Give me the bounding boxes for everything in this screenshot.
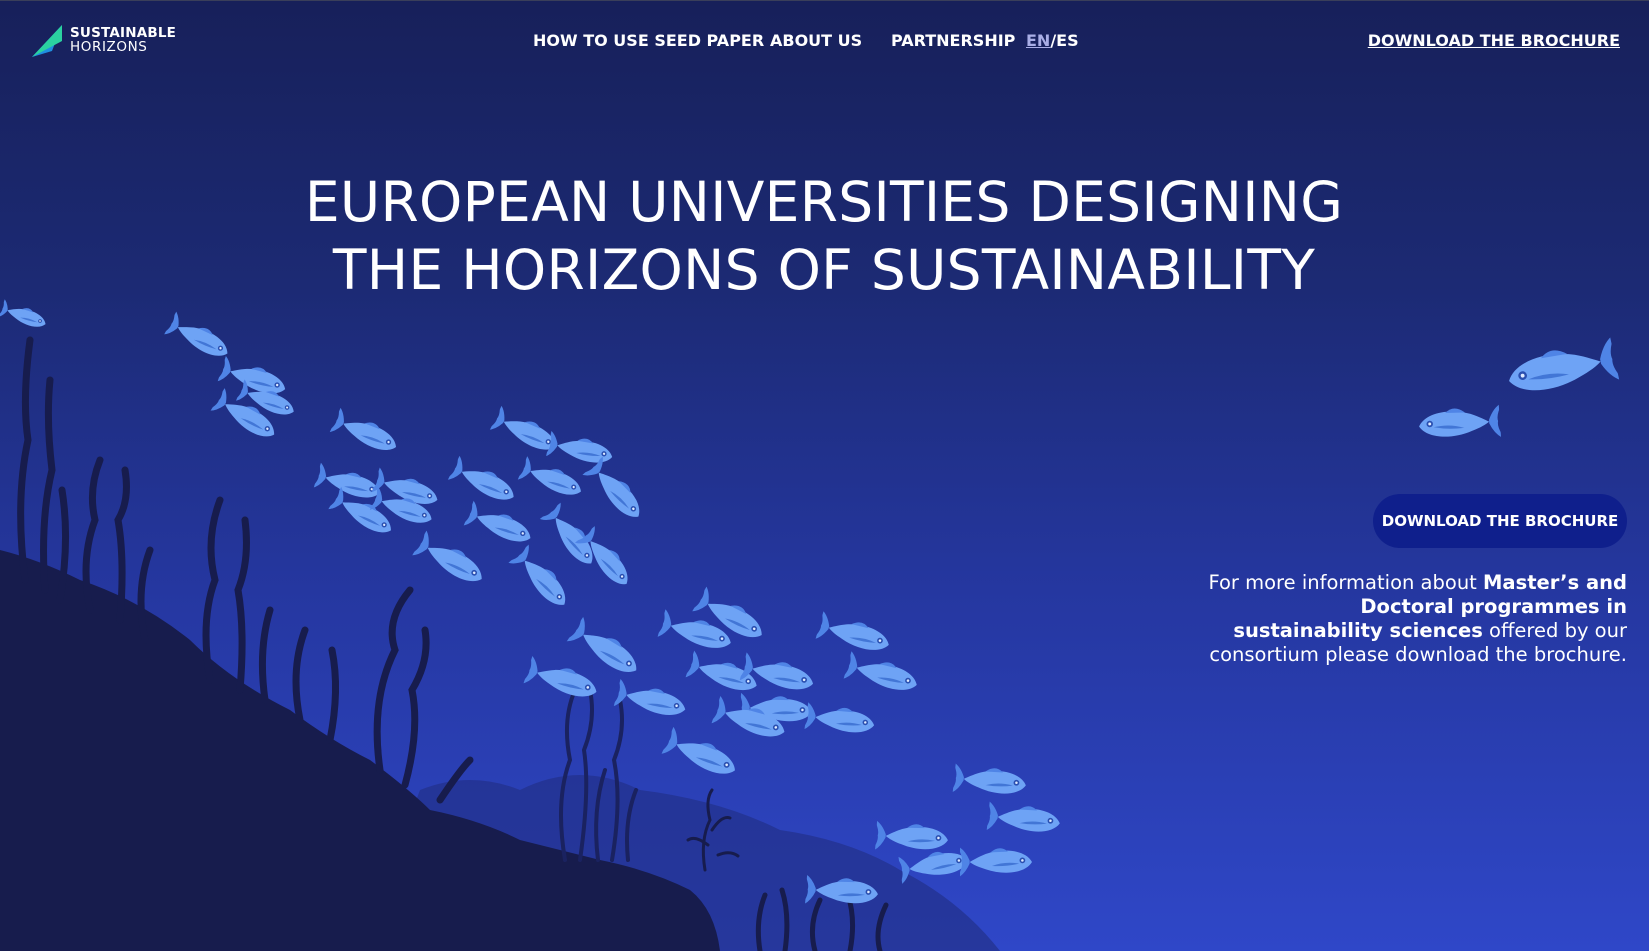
- underwater-scene: [0, 297, 1621, 951]
- language-switcher: EN/ES: [1026, 31, 1079, 50]
- hero-title-line-2: THE HORIZONS OF SUSTAINABILITY: [332, 238, 1316, 302]
- brochure-info-text: For more information about Master’s and …: [1207, 571, 1627, 667]
- fish-pair-right: [1417, 334, 1621, 445]
- header-download-brochure-link[interactable]: DOWNLOAD THE BROCHURE: [1368, 31, 1620, 50]
- seabed: [0, 550, 720, 951]
- nav-partnership[interactable]: PARTNERSHIP: [891, 31, 1015, 50]
- lang-es-link[interactable]: ES: [1056, 31, 1078, 50]
- download-brochure-button[interactable]: DOWNLOAD THE BROCHURE: [1373, 494, 1627, 548]
- site-header: SUSTAINABLE HORIZONS HOW TO USE SEED PAP…: [0, 0, 1649, 82]
- hero-title-line-1: EUROPEAN UNIVERSITIES DESIGNING: [304, 170, 1344, 234]
- hero-title: EUROPEAN UNIVERSITIES DESIGNING THE HORI…: [224, 168, 1424, 304]
- info-text-start: For more information about: [1208, 571, 1484, 594]
- hero-section: SUSTAINABLE HORIZONS HOW TO USE SEED PAP…: [0, 0, 1649, 951]
- nav-about-us[interactable]: ABOUT US: [770, 31, 862, 50]
- nav-how-to-use-seed-paper[interactable]: HOW TO USE SEED PAPER: [533, 31, 764, 50]
- lang-en-link[interactable]: EN: [1026, 31, 1050, 50]
